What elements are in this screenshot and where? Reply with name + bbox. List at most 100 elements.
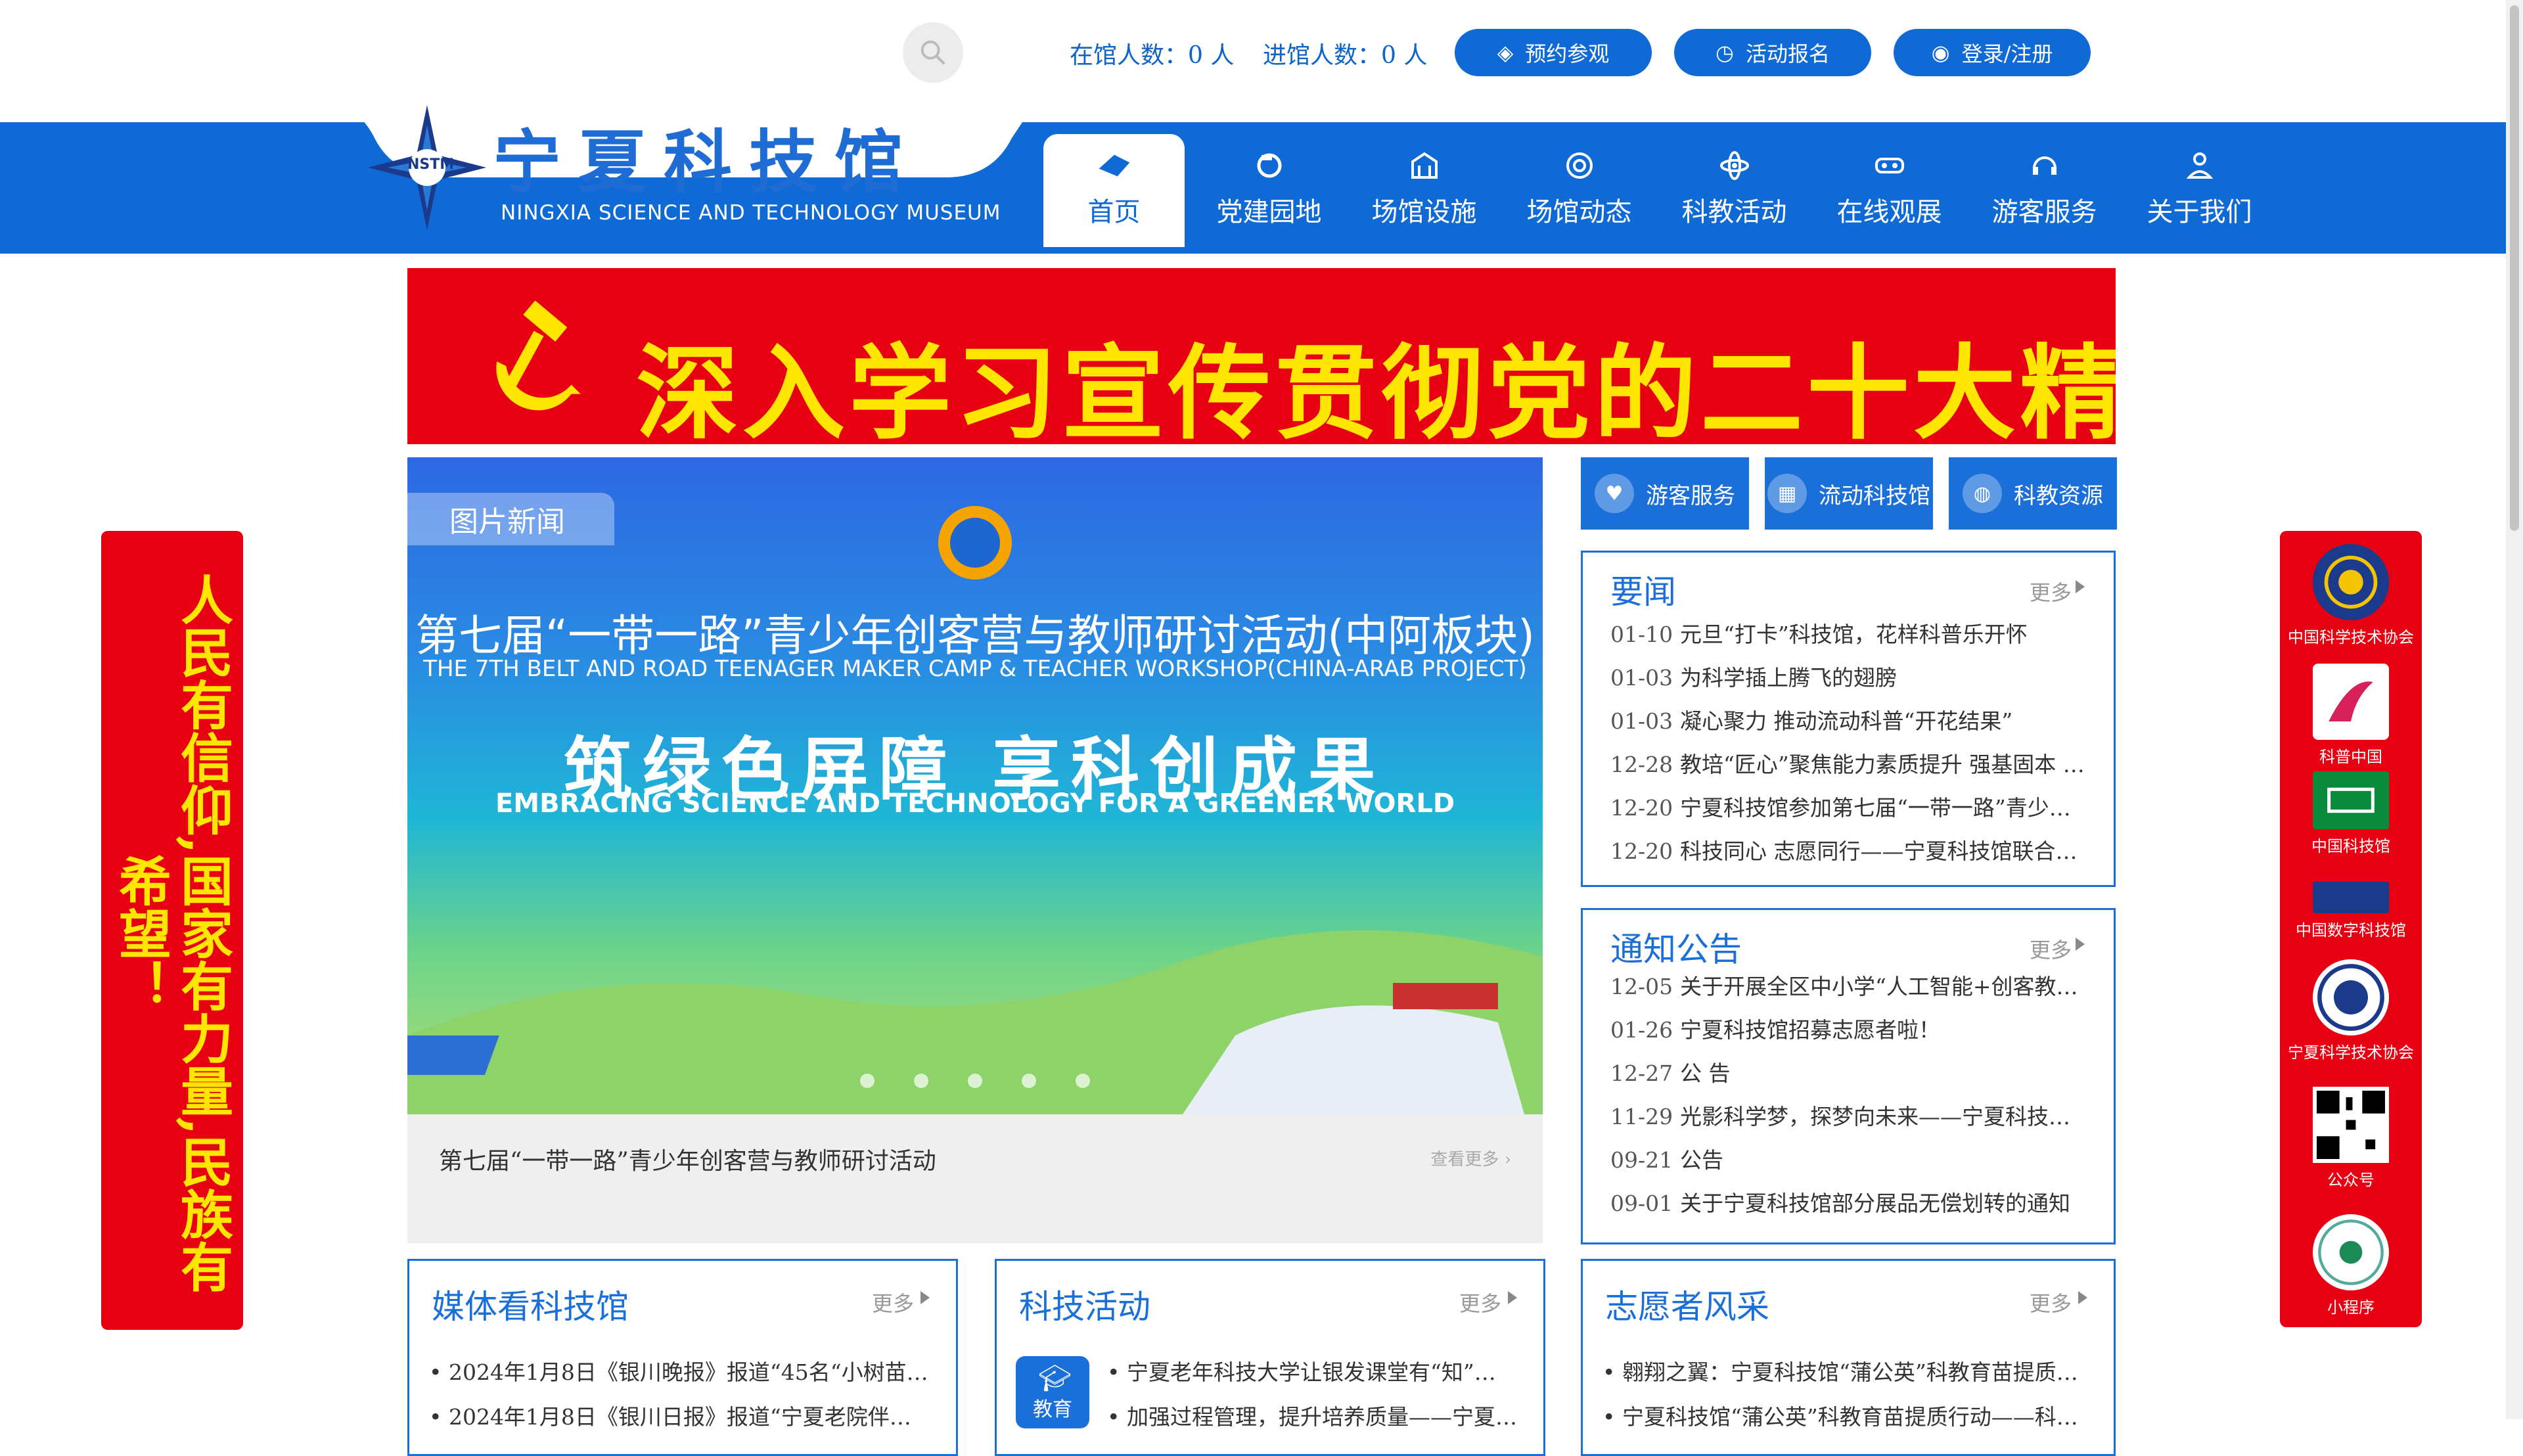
view-more-link[interactable]: 查看更多 › bbox=[1430, 1146, 1511, 1170]
scrollbar-thumb[interactable] bbox=[2510, 5, 2519, 531]
news-item[interactable]: 12-20 科技同心 志愿同行——宁夏科技馆联合银… bbox=[1610, 830, 2087, 873]
news-date: 01-03 bbox=[1610, 708, 1673, 734]
notice-text: 公告 bbox=[1680, 1147, 1723, 1173]
notice-text: 关于宁夏科技馆部分展品无偿划转的通知 bbox=[1680, 1191, 2070, 1216]
nav-online-label: 在线观展 bbox=[1836, 197, 1942, 227]
link-cast[interactable]: 中国科学技术协会 bbox=[2280, 544, 2422, 647]
banner-slogan: 深入学习宣传贯彻党的二十大精神 bbox=[636, 334, 2116, 444]
quick-education-resources-button[interactable]: ◍ 科教资源 bbox=[1949, 457, 2117, 530]
slogan-ribbon[interactable]: 人民有信仰,国家有力量,民族有希望！ bbox=[101, 531, 243, 1330]
activity-item[interactable]: • 宁夏老年科技大学让银发课堂有“知”更有… bbox=[1107, 1350, 1517, 1395]
notice-item[interactable]: 09-21 公告 bbox=[1610, 1139, 2087, 1182]
news-text: 科技同心 志愿同行——宁夏科技馆联合银… bbox=[1680, 838, 2087, 864]
volunteer-more-link[interactable]: 更多 bbox=[2030, 1287, 2072, 1317]
news-item[interactable]: 12-20 宁夏科技馆参加第七届“一带一路”青少年… bbox=[1610, 786, 2087, 830]
search-icon bbox=[921, 40, 945, 65]
link-cstm[interactable]: 中国科技馆 bbox=[2280, 771, 2422, 856]
volunteer-item[interactable]: • 翱翔之翼：宁夏科技馆“蒲公英”科教育苗提质行… bbox=[1602, 1350, 2087, 1395]
home-icon bbox=[1099, 154, 1129, 177]
link-wechat-account[interactable]: 公众号 bbox=[2280, 1087, 2422, 1190]
news-item[interactable]: 01-10 元旦“打卡”科技馆，花样科普乐开怀 bbox=[1610, 613, 2087, 656]
caret-right-icon bbox=[921, 1291, 930, 1304]
carousel-caption-text[interactable]: 第七届“一带一路”青少年创客营与教师研讨活动 bbox=[439, 1142, 936, 1176]
nav-visitor-service[interactable]: 游客服务 bbox=[1974, 134, 2115, 246]
nav-science-activities[interactable]: 科教活动 bbox=[1664, 134, 1805, 246]
picture-news-carousel[interactable]: 图片新闻 第七届“一带一路”青少年创客营与教师研讨活动(中阿板块) THE 7T… bbox=[407, 457, 1543, 1114]
chevron-right-icon: › bbox=[1504, 1150, 1511, 1170]
party-banner[interactable]: 深入学习宣传贯彻党的二十大精神 bbox=[407, 268, 2116, 444]
notice-item[interactable]: 11-29 光影科学梦，探梦向未来——宁夏科技馆2… bbox=[1610, 1095, 2087, 1139]
volunteer-item[interactable]: • 宁夏科技馆“蒲公英”科教育苗提质行动——科普… bbox=[1602, 1395, 2087, 1440]
notice-item[interactable]: 12-27 公 告 bbox=[1610, 1052, 2087, 1095]
nav-facilities-label: 场馆设施 bbox=[1371, 197, 1477, 227]
news-panel-title: 要闻 bbox=[1610, 573, 1676, 611]
person-icon bbox=[2186, 152, 2213, 179]
vr-glasses-icon bbox=[1875, 158, 1904, 173]
carousel-dot[interactable] bbox=[968, 1074, 982, 1088]
activity-signup-button[interactable]: ◷ 活动报名 bbox=[1674, 29, 1871, 76]
notice-item[interactable]: 01-26 宁夏科技馆招募志愿者啦！ bbox=[1610, 1009, 2087, 1052]
mini-program-code-icon bbox=[2313, 1214, 2389, 1290]
link-mini-program[interactable]: 小程序 bbox=[2280, 1214, 2422, 1317]
nx-cast-emblem-icon bbox=[2313, 959, 2389, 1035]
notice-item[interactable]: 09-01 关于宁夏科技馆部分展品无偿划转的通知 bbox=[1610, 1182, 2087, 1225]
carousel-dot[interactable] bbox=[860, 1074, 875, 1088]
caret-right-icon bbox=[1508, 1291, 1517, 1304]
ticket-icon: ◈ bbox=[1497, 40, 1514, 65]
link-digital-museum[interactable]: 中国数字科技馆 bbox=[2280, 882, 2422, 940]
news-date: 01-03 bbox=[1610, 665, 1673, 691]
nav-home[interactable]: 首页 bbox=[1043, 134, 1185, 247]
media-item[interactable]: • 2024年1月8日《银川晚报》报道“45名“小树苗”打卡… bbox=[429, 1350, 930, 1395]
hammer-sickle-emblem-icon bbox=[496, 301, 581, 411]
activities-more-link[interactable]: 更多 bbox=[1459, 1287, 1501, 1317]
caret-right-icon bbox=[2078, 1291, 2087, 1304]
activity-item[interactable]: • 加强过程管理，提升培养质量——宁夏开… bbox=[1107, 1395, 1517, 1440]
news-text: 教培“匠心”聚焦能力素质提升 强基固本 打… bbox=[1680, 752, 2087, 777]
education-badge[interactable]: 🎓︎ 教育 bbox=[1016, 1356, 1089, 1428]
news-more-link[interactable]: 更多 bbox=[2030, 576, 2072, 606]
headset-icon bbox=[2032, 156, 2057, 175]
notice-more-link[interactable]: 更多 bbox=[2030, 934, 2072, 964]
news-item[interactable]: 01-03 为科学插上腾飞的翅膀 bbox=[1610, 656, 2087, 700]
nav-news[interactable]: 场馆动态 bbox=[1509, 134, 1650, 246]
search-button[interactable] bbox=[903, 22, 963, 83]
quick-visitor-service-button[interactable]: ♥ 游客服务 bbox=[1581, 457, 1749, 530]
login-register-button[interactable]: ◉ 登录/注册 bbox=[1894, 29, 2091, 76]
carousel-dot[interactable] bbox=[1076, 1074, 1090, 1088]
activities-panel-title: 科技活动 bbox=[1019, 1288, 1150, 1326]
building-icon bbox=[1411, 152, 1438, 179]
media-more-link[interactable]: 更多 bbox=[872, 1287, 914, 1317]
news-text: 宁夏科技馆参加第七届“一带一路”青少年… bbox=[1680, 795, 2087, 821]
media-item[interactable]: • 2024年1月8日《银川日报》报道“宁夏老院伴围墙… bbox=[429, 1395, 930, 1440]
notice-panel: 通知公告 更多 12-05 关于开展全区中小学“人工智能+创客教育”… 01-26… bbox=[1581, 908, 2116, 1244]
nav-online-exhibition[interactable]: 在线观展 bbox=[1819, 134, 1960, 246]
news-date: 12-20 bbox=[1610, 838, 1673, 864]
login-register-label: 登录/注册 bbox=[1961, 41, 2053, 66]
carousel-dot[interactable] bbox=[914, 1074, 928, 1088]
notice-date: 01-26 bbox=[1610, 1017, 1673, 1043]
nav-about-us[interactable]: 关于我们 bbox=[2129, 134, 2270, 246]
visitors-in-count: 在馆人数：0 人 bbox=[1070, 42, 1235, 69]
notice-item[interactable]: 12-05 关于开展全区中小学“人工智能+创客教育”… bbox=[1610, 965, 2087, 1009]
page-scrollbar[interactable] bbox=[2506, 0, 2523, 1419]
link-nx-cast[interactable]: 宁夏科学技术协会 bbox=[2280, 959, 2422, 1062]
link-kepu-china[interactable]: 科普中国 bbox=[2280, 664, 2422, 767]
nav-facilities[interactable]: 场馆设施 bbox=[1353, 134, 1495, 246]
volunteer-panel: 志愿者风采 更多 • 翱翔之翼：宁夏科技馆“蒲公英”科教育苗提质行… • 宁夏科… bbox=[1581, 1259, 2116, 1456]
carousel-dots bbox=[407, 1074, 1543, 1088]
carousel-dot[interactable] bbox=[1022, 1074, 1036, 1088]
caret-right-icon bbox=[2076, 938, 2085, 951]
atom-icon bbox=[1719, 151, 1749, 180]
reserve-visit-button[interactable]: ◈ 预约参观 bbox=[1455, 29, 1652, 76]
nav-visitor-label: 游客服务 bbox=[1991, 197, 2097, 227]
news-item[interactable]: 12-28 教培“匠心”聚焦能力素质提升 强基固本 打… bbox=[1610, 743, 2087, 786]
nav-party-label: 党建园地 bbox=[1216, 197, 1322, 227]
slogan-ribbon-text: 人民有信仰,国家有力量,民族有希望！ bbox=[110, 573, 234, 1293]
notice-date: 12-27 bbox=[1610, 1060, 1673, 1086]
notice-date: 09-01 bbox=[1610, 1191, 1673, 1216]
link-wechat-label: 公众号 bbox=[2327, 1171, 2375, 1189]
quick-mobile-museum-button[interactable]: ▦ 流动科技馆 bbox=[1765, 457, 1933, 530]
nav-home-label: 首页 bbox=[1087, 197, 1141, 227]
news-item[interactable]: 01-03 凝心聚力 推动流动科普“开花结果” bbox=[1610, 700, 2087, 743]
nav-party-building[interactable]: 党建园地 bbox=[1198, 134, 1340, 246]
